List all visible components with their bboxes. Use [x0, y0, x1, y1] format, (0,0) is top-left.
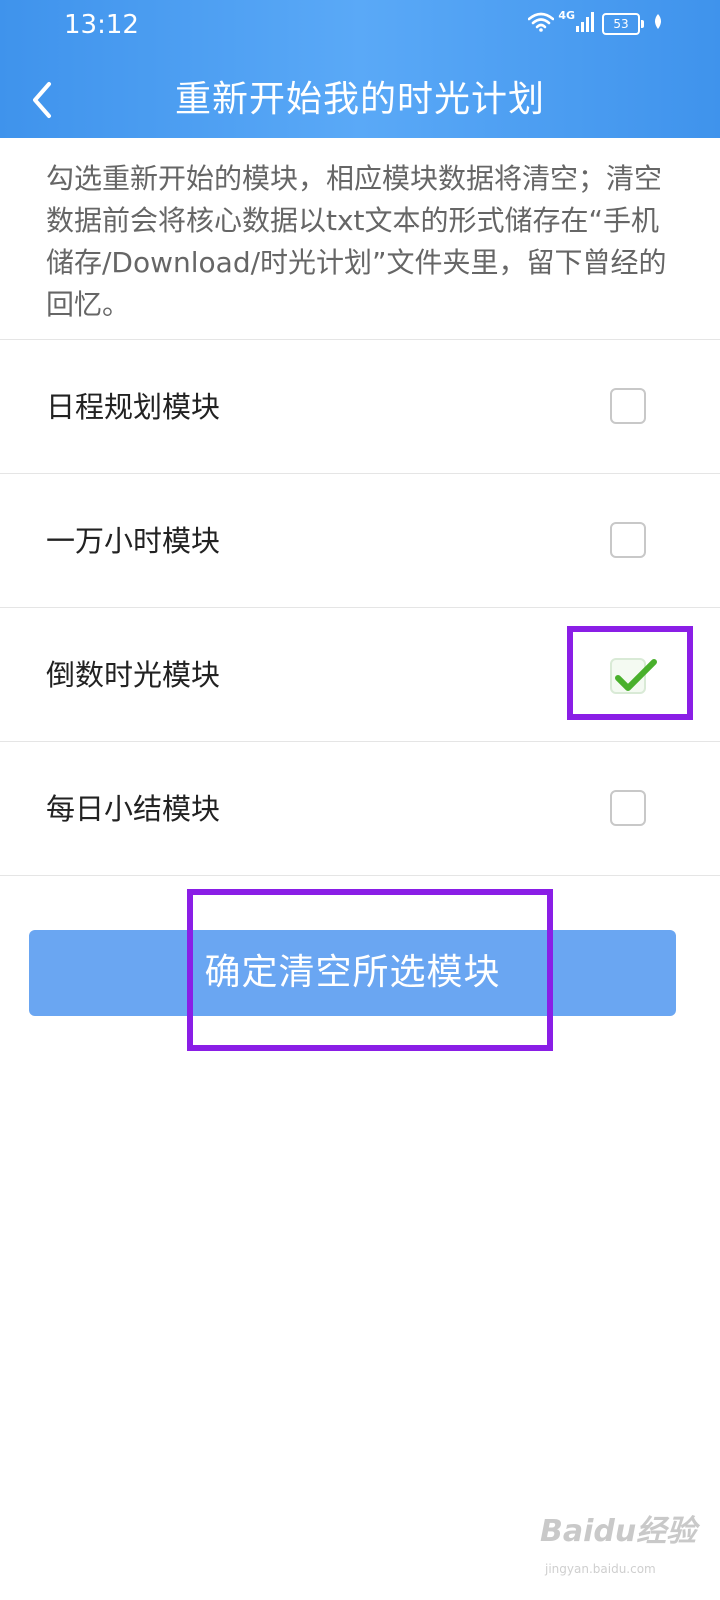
signal-icon: [576, 12, 594, 36]
wifi-icon: [528, 12, 555, 36]
module-row-daily-summary[interactable]: 每日小结模块: [0, 742, 720, 876]
module-label: 每日小结模块: [46, 792, 221, 826]
baidu-watermark-logo: Baidu经验: [540, 1514, 697, 1549]
checkmark-icon: [615, 659, 657, 691]
leaf-icon: [652, 13, 664, 35]
module-checkbox[interactable]: [610, 790, 646, 826]
module-checkbox[interactable]: [610, 522, 646, 558]
module-row-ten-thousand-hours[interactable]: 一万小时模块: [0, 474, 720, 608]
module-row-countdown[interactable]: 倒数时光模块: [0, 608, 720, 742]
module-label: 日程规划模块: [46, 390, 221, 424]
description-text: 勾选重新开始的模块，相应模块数据将清空；清空数据前会将核心数据以txt文本的形式…: [46, 162, 667, 321]
module-row-schedule[interactable]: 日程规划模块: [0, 340, 720, 474]
module-label: 倒数时光模块: [46, 658, 221, 692]
confirm-clear-button[interactable]: 确定清空所选模块: [29, 930, 676, 1016]
page-title: 重新开始我的时光计划: [174, 79, 545, 120]
status-icons: 4G 53: [528, 8, 664, 36]
status-bar: 13:12 4G 53: [0, 0, 720, 54]
baidu-watermark-url: jingyan.baidu.com: [545, 1562, 656, 1576]
module-checkbox[interactable]: [610, 388, 646, 424]
divider: [0, 875, 720, 876]
app-header: 13:12 4G 53 重新开始我的时光计划: [0, 0, 720, 138]
status-time: 13:12: [64, 10, 139, 40]
battery-icon: 53: [602, 13, 644, 35]
module-label: 一万小时模块: [46, 524, 221, 558]
network-type: 4G: [558, 8, 575, 22]
module-checkbox-checked[interactable]: [610, 658, 657, 694]
